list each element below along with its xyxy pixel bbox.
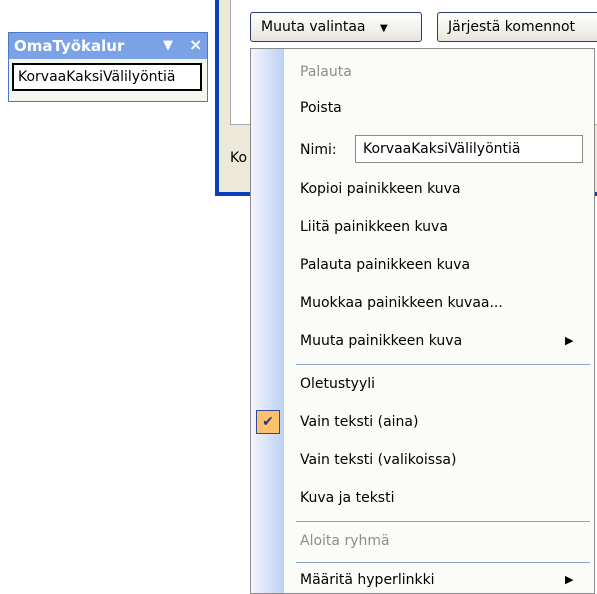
- menu-item-text-only-menus[interactable]: Vain teksti (valikoissa): [251, 441, 594, 479]
- submenu-arrow-icon: ▶: [565, 573, 574, 586]
- modify-selection-button[interactable]: Muuta valintaa ▼: [250, 12, 422, 42]
- name-label: Nimi:: [300, 142, 337, 158]
- menu-item-image-and-text[interactable]: Kuva ja teksti: [251, 479, 594, 517]
- menu-item-label: Oletustyyli: [300, 376, 376, 392]
- replace-double-space-button[interactable]: KorvaaKaksiVälilyöntiä: [12, 63, 202, 91]
- menu-item-assign-hyperlink[interactable]: Määritä hyperlinkki ▶: [251, 561, 594, 593]
- menu-item-label: Palauta: [300, 64, 352, 80]
- checkmark-icon: ✔: [256, 410, 280, 434]
- menu-item-label: Vain teksti (aina): [300, 414, 419, 430]
- menu-item-paste-button-image[interactable]: Liitä painikkeen kuva: [251, 208, 594, 246]
- dialog-partial-label: Ko: [230, 150, 248, 166]
- menu-item-label: Kopioi painikkeen kuva: [300, 181, 461, 197]
- menu-item-reset[interactable]: Palauta: [251, 53, 594, 91]
- menu-item-label: Poista: [300, 100, 342, 116]
- toolbar-options-icon[interactable]: ▼: [163, 33, 173, 59]
- menu-item-reset-button-image[interactable]: Palauta painikkeen kuva: [251, 246, 594, 284]
- menu-item-change-button-image[interactable]: Muuta painikkeen kuva ▶: [251, 322, 594, 360]
- rearrange-commands-button[interactable]: Järjestä komennot: [437, 12, 597, 42]
- menu-item-begin-group[interactable]: Aloita ryhmä: [251, 522, 594, 560]
- rearrange-commands-label: Järjestä komennot: [448, 19, 576, 35]
- name-field[interactable]: KorvaaKaksiVälilyöntiä: [355, 135, 583, 163]
- menu-item-copy-button-image[interactable]: Kopioi painikkeen kuva: [251, 170, 594, 208]
- toolbar-title: OmaTyökalur: [14, 37, 125, 55]
- chevron-down-icon: ▼: [379, 23, 388, 34]
- menu-item-label: Liitä painikkeen kuva: [300, 219, 448, 235]
- menu-item-edit-button-image[interactable]: Muokkaa painikkeen kuvaa...: [251, 284, 594, 322]
- toolbar-body: KorvaaKaksiVälilyöntiä: [9, 59, 207, 101]
- menu-item-text-only-always[interactable]: ✔ Vain teksti (aina): [251, 403, 594, 441]
- modify-selection-menu: Palauta Poista Nimi: KorvaaKaksiVälilyön…: [250, 48, 595, 594]
- menu-item-default-style[interactable]: Oletustyyli: [251, 365, 594, 403]
- menu-item-delete[interactable]: Poista: [251, 89, 594, 127]
- menu-item-label: Kuva ja teksti: [300, 490, 395, 506]
- modify-selection-label: Muuta valintaa: [261, 19, 366, 35]
- menu-item-label: Vain teksti (valikoissa): [300, 452, 457, 468]
- menu-item-label: Muokkaa painikkeen kuvaa...: [300, 295, 503, 311]
- menu-item-label: Palauta painikkeen kuva: [300, 257, 471, 273]
- menu-item-label: Aloita ryhmä: [300, 533, 390, 549]
- menu-item-label: Muuta painikkeen kuva: [300, 333, 463, 349]
- submenu-arrow-icon: ▶: [565, 334, 574, 347]
- custom-toolbar: OmaTyökalur ▼ × KorvaaKaksiVälilyöntiä: [8, 32, 208, 102]
- menu-item-label: Määritä hyperlinkki: [300, 572, 435, 588]
- close-icon[interactable]: ×: [189, 32, 202, 58]
- menu-item-name: Nimi: KorvaaKaksiVälilyöntiä: [251, 131, 594, 169]
- toolbar-title-bar[interactable]: OmaTyökalur ▼ ×: [9, 33, 207, 59]
